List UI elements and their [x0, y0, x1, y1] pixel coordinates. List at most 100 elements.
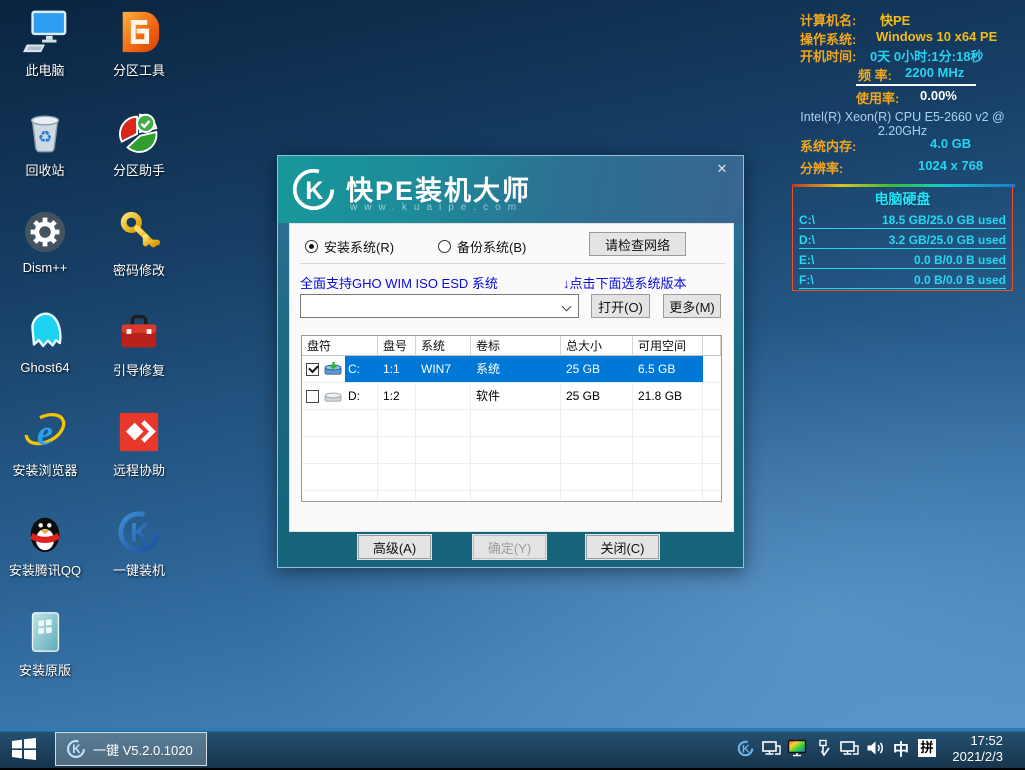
desktop-icon-label: 安装原版	[0, 660, 90, 679]
svg-text:K: K	[305, 177, 324, 205]
advanced-button[interactable]: 高级(A)	[358, 535, 431, 559]
radio-backup-system[interactable]: 备份系统(B)	[438, 237, 526, 256]
radio-install-system[interactable]: 安装系统(R)	[305, 237, 394, 256]
desktop-icon-label: 密码修改	[94, 260, 184, 279]
ok-button[interactable]: 确定(Y)	[473, 535, 546, 559]
computer-icon	[21, 8, 69, 56]
taskbar-clock[interactable]: 17:52 2021/2/3	[952, 733, 1003, 765]
kuaipe-tray-icon: K	[66, 739, 86, 759]
drive-name: D:\	[799, 233, 815, 248]
kuaipe-icon: K	[115, 508, 163, 556]
table-row-c-selected[interactable]: C: 1:1 WIN7 系统 25 GB 6.5 GB	[302, 356, 721, 383]
toolbox-icon	[115, 308, 163, 356]
desktop-icon-install-qq[interactable]: 安装腾讯QQ	[0, 508, 90, 579]
usb-eject-icon[interactable]	[813, 738, 833, 758]
display-color-icon[interactable]	[787, 738, 807, 758]
checkbox-checked[interactable]	[306, 363, 319, 376]
dialog-button-row: 高级(A) 确定(Y) 关闭(C)	[278, 530, 743, 567]
disk-panel-title: 电脑硬盘	[793, 189, 1012, 209]
desktop-icon-label: 分区工具	[94, 60, 184, 79]
disk-icon	[324, 388, 343, 404]
ghost-icon	[21, 308, 69, 356]
desktop-icon-label: Ghost64	[0, 360, 90, 375]
taskbar-app-kuaipe[interactable]: K 一键 V5.2.0.1020	[55, 732, 207, 766]
memory-value: 4.0 GB	[930, 136, 971, 151]
radio-install-label: 安装系统(R)	[324, 237, 394, 256]
free-space-cell: 6.5 GB	[633, 356, 703, 382]
free-space-cell: 21.8 GB	[633, 383, 703, 409]
check-network-button[interactable]: 请检查网络	[589, 232, 686, 256]
taskbar: K 一键 V5.2.0.1020 K	[0, 728, 1025, 770]
ime-language-indicator[interactable]: 中	[891, 738, 911, 758]
network-icon[interactable]	[761, 738, 781, 758]
radio-backup-label: 备份系统(B)	[457, 237, 526, 256]
disk-restore-icon	[324, 361, 343, 377]
volume-icon[interactable]	[865, 738, 885, 758]
volume-cell: 软件	[471, 383, 561, 409]
frequency-value: 2200 MHz	[905, 65, 964, 80]
open-button[interactable]: 打开(O)	[591, 294, 650, 318]
ime-pinyin-indicator[interactable]: 拼	[917, 738, 937, 758]
pick-version-link[interactable]: ↓点击下面选系统版本	[563, 273, 687, 292]
supported-formats-text: 全面支持GHO WIM ISO ESD 系统	[300, 273, 498, 292]
desktop-icon-one-key-install[interactable]: K 一键装机	[94, 508, 184, 579]
header-disk-index: 盘号	[378, 336, 416, 355]
desktop-icon-partition-tool[interactable]: 分区工具	[94, 8, 184, 79]
disk-index-cell: 1:1	[378, 356, 416, 382]
clock-time: 17:52	[952, 733, 1003, 749]
drive-usage-row: C:\ 18.5 GB/25.0 GB used	[799, 209, 1006, 229]
drive-usage-row: D:\ 3.2 GB/25.0 GB used	[799, 229, 1006, 249]
desktop-icon-partition-assistant[interactable]: 分区助手	[94, 108, 184, 179]
total-size-cell: 25 GB	[561, 356, 633, 382]
qq-icon	[21, 508, 69, 556]
table-empty-row	[302, 464, 721, 491]
hard-disk-panel: 电脑硬盘 C:\ 18.5 GB/25.0 GB used D:\ 3.2 GB…	[792, 185, 1013, 291]
system-cell: WIN7	[416, 356, 471, 382]
gear-icon	[21, 208, 69, 256]
dialog-subtitle: www.kuaipe.com	[350, 202, 523, 213]
desktop-icon-recycle-bin[interactable]: ♻ 回收站	[0, 108, 90, 179]
table-empty-row	[302, 491, 721, 502]
ie-browser-icon: e	[21, 408, 69, 456]
desktop-icon-remote-assist[interactable]: 远程协助	[94, 408, 184, 479]
system-image-combobox[interactable]	[300, 294, 579, 318]
close-icon[interactable]: ✕	[711, 160, 733, 178]
desktop-icon-boot-repair[interactable]: 引导修复	[94, 308, 184, 379]
checkbox-unchecked[interactable]	[306, 390, 319, 403]
network2-icon[interactable]	[839, 738, 859, 758]
desktop-icon-label: 分区助手	[94, 160, 184, 179]
uptime-label: 开机时间:	[800, 49, 856, 64]
table-row-d[interactable]: D: 1:2 软件 25 GB 21.8 GB	[302, 383, 721, 410]
more-button[interactable]: 更多(M)	[663, 294, 721, 318]
drive-letter: C:	[346, 356, 360, 382]
kuaipe-status-icon[interactable]: K	[735, 738, 755, 758]
header-filler	[703, 336, 721, 355]
drive-letter: D:	[346, 383, 360, 409]
cpu-info: Intel(R) Xeon(R) CPU E5-2660 v2 @ 2.20GH…	[785, 110, 1020, 138]
header-system: 系统	[416, 336, 471, 355]
dialog-header: K 快PE装机大师 www.kuaipe.com ✕	[278, 156, 743, 223]
start-button[interactable]	[12, 738, 38, 760]
desktop-icon-ghost64[interactable]: Ghost64	[0, 308, 90, 375]
desktop-icon-dism[interactable]: Dism++	[0, 208, 90, 275]
header-drive: 盘符	[302, 336, 378, 355]
usage-value: 0.00%	[920, 88, 957, 103]
windows-logo-icon	[12, 738, 36, 760]
svg-text:K: K	[742, 743, 750, 755]
svg-text:K: K	[130, 518, 150, 548]
drive-name: F:\	[799, 273, 814, 288]
desktop-icon-password[interactable]: 密码修改	[94, 208, 184, 279]
installer-dialog: K 快PE装机大师 www.kuaipe.com ✕ 安装系统(R) 备份系统(…	[277, 155, 744, 568]
filler-cell	[703, 356, 721, 382]
desktop-icon-label: 一键装机	[94, 560, 184, 579]
close-button[interactable]: 关闭(C)	[586, 535, 659, 559]
recycle-bin-icon: ♻	[21, 108, 69, 156]
desktop-icon-install-original[interactable]: 安装原版	[0, 608, 90, 679]
resolution-label: 分辨率:	[800, 161, 843, 176]
partition-table: 盘符 盘号 系统 卷标 总大小 可用空间	[301, 335, 722, 502]
table-empty-row	[302, 437, 721, 464]
desktop-icon-this-pc[interactable]: 此电脑	[0, 8, 90, 79]
desktop-icon-browser[interactable]: e 安装浏览器	[0, 408, 90, 479]
drive-usage: 0.0 B/0.0 B used	[914, 273, 1006, 288]
key-icon	[115, 208, 163, 256]
